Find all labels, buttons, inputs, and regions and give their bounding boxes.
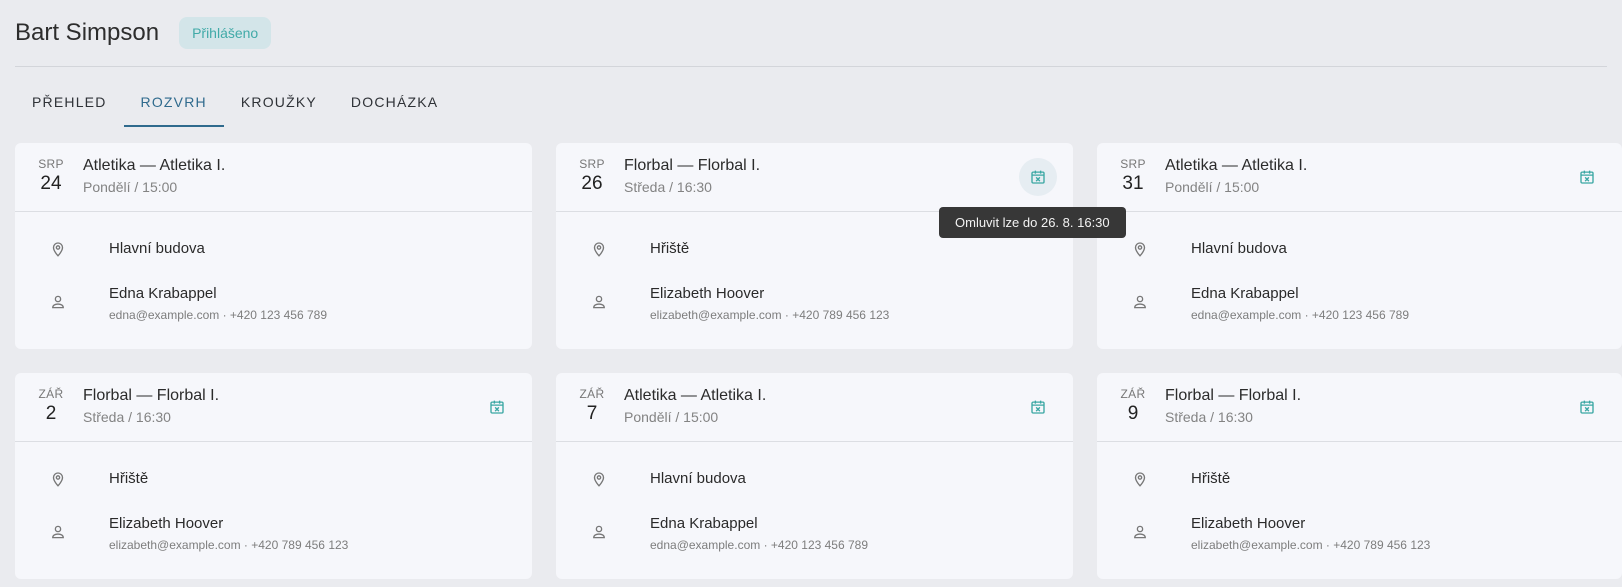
course-time: Středa / 16:30	[1165, 409, 1253, 425]
course-name: Florbal — Florbal I.	[624, 157, 761, 174]
calendar-remove-icon	[1580, 400, 1594, 414]
lesson-month: SRP	[38, 157, 64, 171]
location-pin-icon	[590, 470, 608, 488]
course-time: Pondělí / 15:00	[83, 179, 178, 195]
location-pin-icon	[1131, 470, 1149, 488]
tab-rozvrh[interactable]: ROZVRH	[123, 84, 225, 127]
lesson-month: ZÁŘ	[38, 387, 64, 401]
tab-bar: PŘEHLED ROZVRH KROUŽKY DOCHÁZKA	[15, 84, 455, 127]
lesson-day: 26	[581, 173, 603, 194]
lesson-card: SRP 24 Atletika — Atletika I. Pondělí / …	[15, 143, 532, 349]
lesson-card: ZÁŘ 9 Florbal — Florbal I. Středa / 16:3…	[1097, 373, 1622, 579]
schedule-grid: SRP 24 Atletika — Atletika I. Pondělí / …	[15, 143, 1622, 579]
place-name: Hřiště	[1191, 470, 1231, 487]
teacher-contact: elizabeth@example.com · +420 789 456 123	[650, 308, 890, 322]
page-header: Bart Simpson Přihlášeno	[15, 14, 1607, 67]
teacher-name: Edna Krabappel	[650, 515, 758, 532]
tab-prehled[interactable]: PŘEHLED	[15, 84, 124, 127]
lesson-card-header: SRP 24 Atletika — Atletika I. Pondělí / …	[15, 143, 532, 212]
lesson-month: SRP	[579, 157, 605, 171]
lesson-info: Florbal — Florbal I. Středa / 16:30	[1165, 385, 1301, 427]
teacher-contact: elizabeth@example.com · +420 789 456 123	[109, 538, 349, 552]
lesson-card-header: SRP 31 Atletika — Atletika I. Pondělí / …	[1097, 143, 1622, 212]
person-icon	[1131, 523, 1149, 541]
course-time: Středa / 16:30	[624, 179, 712, 195]
person-icon	[49, 293, 67, 311]
lesson-card: SRP 31 Atletika — Atletika I. Pondělí / …	[1097, 143, 1622, 349]
course-name: Atletika — Atletika I.	[1165, 157, 1308, 174]
lesson-month: ZÁŘ	[579, 387, 605, 401]
person-icon	[590, 523, 608, 541]
lesson-day: 2	[45, 403, 57, 424]
calendar-remove-icon	[490, 400, 504, 414]
excuse-button[interactable]	[1019, 388, 1057, 426]
lesson-date: ZÁŘ 2	[31, 386, 71, 426]
lesson-info: Florbal — Florbal I. Středa / 16:30	[624, 155, 760, 197]
person-icon	[1131, 293, 1149, 311]
status-badge: Přihlášeno	[179, 17, 272, 49]
lesson-card-header: ZÁŘ 7 Atletika — Atletika I. Pondělí / 1…	[556, 373, 1073, 442]
teacher-contact: elizabeth@example.com · +420 789 456 123	[1191, 538, 1431, 552]
excuse-button[interactable]	[478, 388, 516, 426]
teacher-contact: edna@example.com · +420 123 456 789	[1191, 308, 1409, 322]
course-name: Florbal — Florbal I.	[83, 387, 220, 404]
lesson-card-header: SRP 26 Florbal — Florbal I. Středa / 16:…	[556, 143, 1073, 212]
lesson-card-header: ZÁŘ 9 Florbal — Florbal I. Středa / 16:3…	[1097, 373, 1622, 442]
teacher-name: Elizabeth Hoover	[650, 285, 765, 302]
excuse-button[interactable]	[1019, 158, 1057, 196]
location-pin-icon	[590, 240, 608, 258]
person-icon	[49, 523, 67, 541]
lesson-date: SRP 26	[572, 156, 612, 196]
calendar-remove-icon	[1580, 170, 1594, 184]
place-name: Hlavní budova	[650, 470, 746, 487]
place-name: Hřiště	[650, 240, 690, 257]
teacher-contact: edna@example.com · +420 123 456 789	[109, 308, 327, 322]
page-title: Bart Simpson	[15, 19, 160, 46]
teacher-name: Edna Krabappel	[1191, 285, 1299, 302]
excuse-button[interactable]	[1568, 158, 1606, 196]
course-name: Atletika — Atletika I.	[83, 157, 226, 174]
excuse-button[interactable]	[1568, 388, 1606, 426]
lesson-date: ZÁŘ 9	[1113, 386, 1153, 426]
teacher-contact: edna@example.com · +420 123 456 789	[650, 538, 868, 552]
tab-krouzky[interactable]: KROUŽKY	[224, 84, 334, 127]
lesson-info: Atletika — Atletika I. Pondělí / 15:00	[83, 155, 225, 197]
lesson-day: 31	[1122, 173, 1144, 194]
excuse-tooltip: Omluvit lze do 26. 8. 16:30	[939, 207, 1126, 238]
lesson-date: ZÁŘ 7	[572, 386, 612, 426]
course-time: Pondělí / 15:00	[1165, 179, 1260, 195]
lesson-card: ZÁŘ 2 Florbal — Florbal I. Středa / 16:3…	[15, 373, 532, 579]
course-time: Středa / 16:30	[83, 409, 171, 425]
course-time: Pondělí / 15:00	[624, 409, 719, 425]
course-name: Florbal — Florbal I.	[1165, 387, 1302, 404]
lesson-card: SRP 26 Florbal — Florbal I. Středa / 16:…	[556, 143, 1073, 349]
lesson-card-header: ZÁŘ 2 Florbal — Florbal I. Středa / 16:3…	[15, 373, 532, 442]
lesson-date: SRP 31	[1113, 156, 1153, 196]
lesson-card: ZÁŘ 7 Atletika — Atletika I. Pondělí / 1…	[556, 373, 1073, 579]
course-name: Atletika — Atletika I.	[624, 387, 767, 404]
person-icon	[590, 293, 608, 311]
teacher-name: Edna Krabappel	[109, 285, 217, 302]
lesson-month: ZÁŘ	[1120, 387, 1146, 401]
tab-dochazka[interactable]: DOCHÁZKA	[334, 84, 455, 127]
place-name: Hřiště	[109, 470, 149, 487]
lesson-info: Atletika — Atletika I. Pondělí / 15:00	[624, 385, 766, 427]
teacher-name: Elizabeth Hoover	[1191, 515, 1306, 532]
teacher-name: Elizabeth Hoover	[109, 515, 224, 532]
lesson-info: Florbal — Florbal I. Středa / 16:30	[83, 385, 219, 427]
place-name: Hlavní budova	[1191, 240, 1287, 257]
location-pin-icon	[49, 240, 67, 258]
calendar-remove-icon	[1031, 170, 1045, 184]
calendar-remove-icon	[1031, 400, 1045, 414]
lesson-day: 24	[40, 173, 62, 194]
lesson-day: 9	[1127, 403, 1139, 424]
lesson-info: Atletika — Atletika I. Pondělí / 15:00	[1165, 155, 1307, 197]
location-pin-icon	[49, 470, 67, 488]
lesson-month: SRP	[1120, 157, 1146, 171]
location-pin-icon	[1131, 240, 1149, 258]
place-name: Hlavní budova	[109, 240, 205, 257]
lesson-day: 7	[586, 403, 598, 424]
lesson-date: SRP 24	[31, 156, 71, 196]
